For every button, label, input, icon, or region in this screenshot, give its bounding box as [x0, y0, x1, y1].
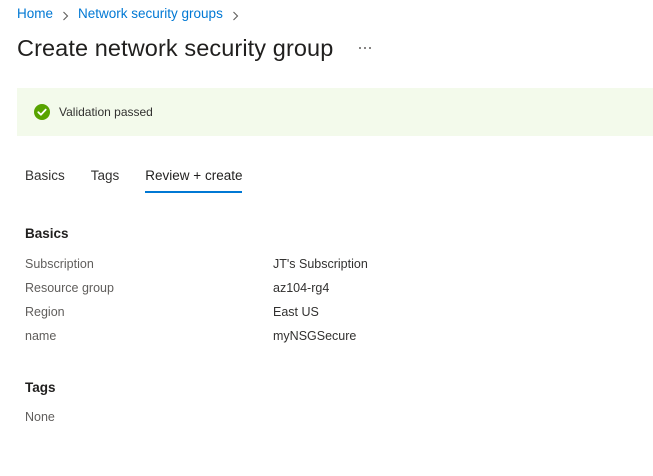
summary-value: East US [273, 305, 319, 319]
summary-label: Subscription [25, 257, 94, 271]
breadcrumb: Home Network security groups [17, 6, 248, 22]
ellipsis-icon[interactable] [358, 41, 372, 55]
summary-label: name [25, 329, 57, 343]
validation-banner: Validation passed [17, 88, 653, 136]
summary-value: az104-rg4 [273, 281, 330, 295]
tags-value: None [25, 410, 55, 424]
summary-value: myNSGSecure [273, 329, 357, 343]
chevron-right-icon [61, 9, 70, 21]
chevron-right-icon [231, 9, 240, 21]
tab-basics[interactable]: Basics [25, 167, 65, 193]
validation-message: Validation passed [59, 105, 153, 119]
tab-tags[interactable]: Tags [91, 167, 120, 193]
title-row: Create network security group [17, 33, 372, 63]
review-create-page: Home Network security groups Create netw… [0, 0, 653, 476]
summary-label: Resource group [25, 281, 114, 295]
basics-heading: Basics [25, 226, 69, 241]
breadcrumb-network-security-groups[interactable]: Network security groups [78, 6, 223, 22]
summary-label: Region [25, 305, 65, 319]
check-circle-icon [34, 104, 50, 120]
tags-heading: Tags [25, 380, 56, 395]
breadcrumb-home[interactable]: Home [17, 6, 53, 22]
summary-value: JT's Subscription [273, 257, 368, 271]
page-title: Create network security group [17, 35, 334, 61]
tab-review-create[interactable]: Review + create [145, 167, 243, 193]
tab-bar: Basics Tags Review + create [25, 167, 268, 193]
